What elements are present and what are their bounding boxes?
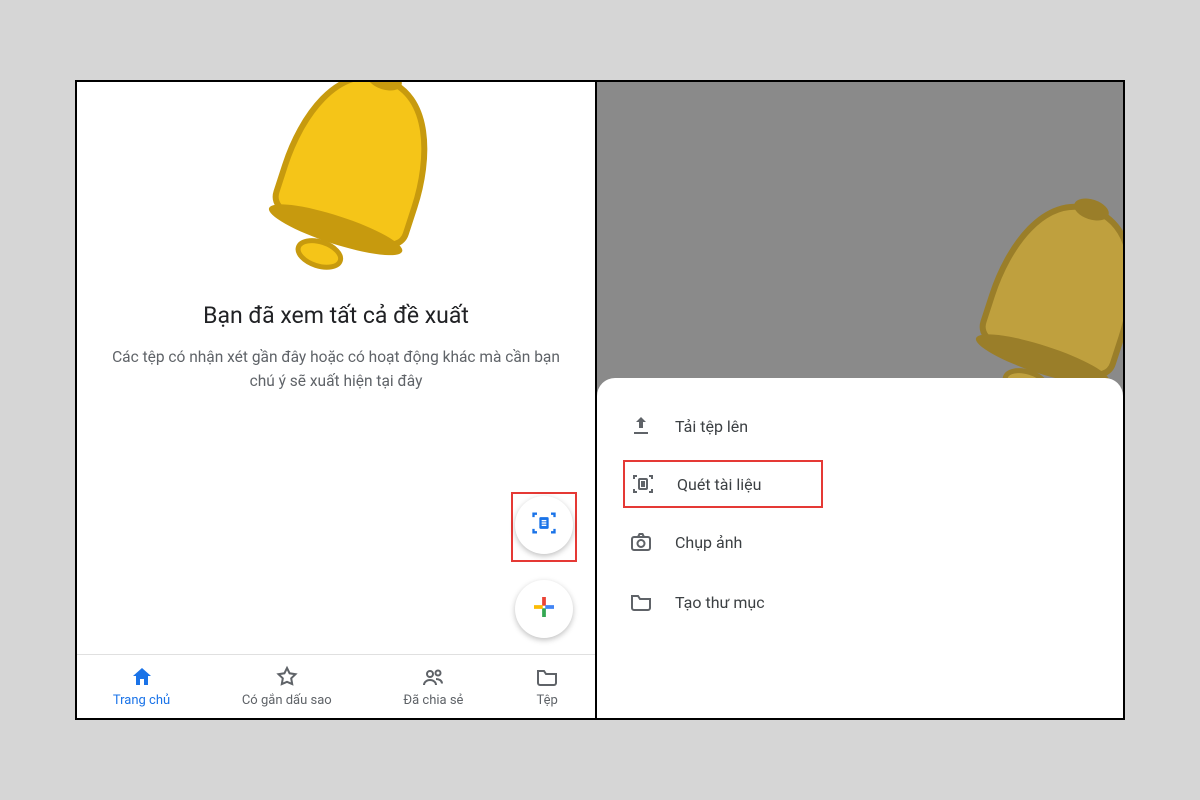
nav-files-label: Tệp (536, 693, 557, 708)
empty-state-subtitle: Các tệp có nhận xét gần đây hoặc có hoạt… (107, 345, 565, 393)
home-icon (130, 665, 154, 689)
folder-icon (535, 665, 559, 689)
scan-fab[interactable] (515, 496, 573, 554)
fab-column (511, 492, 577, 638)
nav-starred[interactable]: Có gắn dấu sao (242, 665, 332, 708)
create-bottom-sheet: Tải tệp lên Quét tài liệu (597, 378, 1123, 718)
screen-home: Bạn đã xem tất cả đề xuất Các tệp có nhậ… (77, 82, 597, 718)
sheet-upload-label: Tải tệp lên (675, 417, 748, 436)
bell-illustration (77, 82, 595, 286)
star-icon (275, 665, 299, 689)
sheet-folder[interactable]: Tạo thư mục (623, 576, 1097, 628)
nav-shared-label: Đã chia sẻ (403, 693, 463, 708)
sheet-upload[interactable]: Tải tệp lên (623, 400, 1097, 452)
empty-state: Bạn đã xem tất cả đề xuất Các tệp có nhậ… (77, 302, 595, 393)
camera-icon (629, 530, 653, 554)
scan-document-icon (631, 472, 655, 496)
bottom-nav: Trang chủ Có gắn dấu sao Đã chia sẻ Tệp (77, 654, 595, 718)
empty-state-title: Bạn đã xem tất cả đề xuất (107, 302, 565, 329)
sheet-folder-label: Tạo thư mục (675, 593, 765, 612)
tutorial-frame: Bạn đã xem tất cả đề xuất Các tệp có nhậ… (75, 80, 1125, 720)
sheet-scan-label: Quét tài liệu (677, 475, 761, 494)
plus-icon (529, 592, 559, 626)
sheet-scan[interactable]: Quét tài liệu (623, 460, 823, 508)
nav-files[interactable]: Tệp (535, 665, 559, 708)
nav-home-label: Trang chủ (113, 693, 170, 708)
add-fab[interactable] (515, 580, 573, 638)
scan-document-icon (530, 509, 558, 541)
nav-home[interactable]: Trang chủ (113, 665, 170, 708)
sheet-photo[interactable]: Chụp ảnh (623, 516, 1097, 568)
folder-icon (629, 590, 653, 614)
screen-action-sheet: Tải tệp lên Quét tài liệu (597, 82, 1123, 718)
nav-starred-label: Có gắn dấu sao (242, 693, 332, 708)
nav-shared[interactable]: Đã chia sẻ (403, 665, 463, 708)
sheet-photo-label: Chụp ảnh (675, 533, 742, 552)
people-icon (421, 665, 445, 689)
scan-fab-highlight (511, 492, 577, 562)
upload-icon (629, 414, 653, 438)
